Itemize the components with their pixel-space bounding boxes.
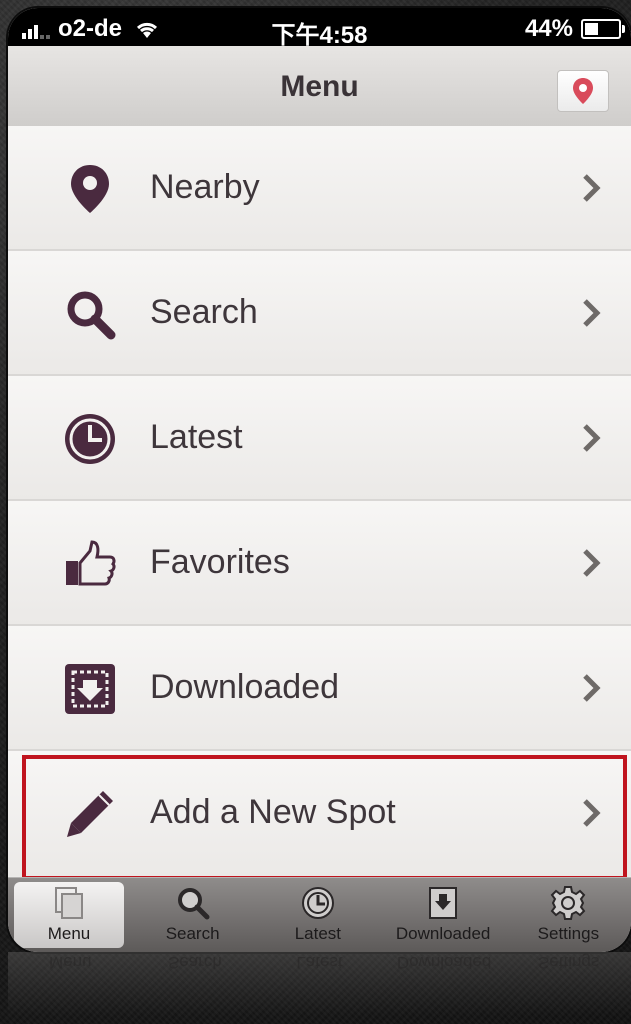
chevron-right-icon [583,799,601,827]
menu-item-downloaded[interactable]: Downloaded [8,626,631,751]
menu-item-label: Search [150,293,258,331]
tab-search[interactable]: Search [130,878,255,952]
menu-item-label: Latest [150,418,243,456]
pencil-icon [60,784,120,844]
menu-item-label: Add a New Spot [150,793,396,831]
menu-item-latest[interactable]: Latest [8,376,631,501]
magnifier-icon [130,884,255,922]
reflection-label: Menu [49,953,92,972]
navigation-bar: Menu [8,46,631,127]
menu-item-label: Nearby [150,168,260,206]
menu-item-label: Favorites [150,543,290,581]
tab-label: Search [165,924,220,943]
tab-downloaded[interactable]: Downloaded [381,878,506,952]
tab-label: Settings [537,924,600,943]
reflection-label: Search [167,953,222,972]
location-pin-icon [60,159,120,219]
gear-icon [506,884,631,922]
tab-bar: Menu Search Latest Downloaded Settings [8,877,631,952]
menu-item-add-new-spot[interactable]: Add a New Spot [8,751,631,880]
chevron-right-icon [583,424,601,452]
chevron-right-icon [583,299,601,327]
magnifier-icon [60,284,120,344]
clock-icon [60,409,120,469]
tab-label: Latest [294,924,342,943]
clock-icon [255,884,380,922]
tab-latest[interactable]: Latest [255,878,380,952]
status-bar: o2-de 下午4:58 44% [8,8,631,49]
map-pin-icon [573,78,593,104]
chevron-right-icon [583,674,601,702]
thumbs-up-icon [60,534,120,594]
menu-item-nearby[interactable]: Nearby [8,126,631,251]
chevron-right-icon [583,549,601,577]
map-button[interactable] [557,70,609,112]
menu-list: Nearby Search Latest Favorites Downloade… [8,126,631,880]
tab-bar-reflection: Menu Search Latest Downloaded Settings [8,952,631,1024]
pages-icon [14,884,124,922]
reflection-label: Downloaded [396,953,492,972]
phone-screen: o2-de 下午4:58 44% Menu Nearby Search Late… [8,8,631,952]
menu-item-label: Downloaded [150,668,340,706]
reflection-label: Latest [296,953,343,972]
battery-percent: 44% [524,15,573,42]
tab-menu[interactable]: Menu [14,882,124,948]
download-box-icon [60,659,120,719]
page-title: Menu [280,70,359,103]
menu-item-favorites[interactable]: Favorites [8,501,631,626]
tab-settings[interactable]: Settings [506,878,631,952]
chevron-right-icon [583,174,601,202]
reflection-label: Settings [537,953,600,972]
menu-item-search[interactable]: Search [8,251,631,376]
download-icon [381,884,506,922]
tab-label: Menu [47,924,91,943]
battery-icon [581,19,625,39]
tab-label: Downloaded [395,924,491,943]
